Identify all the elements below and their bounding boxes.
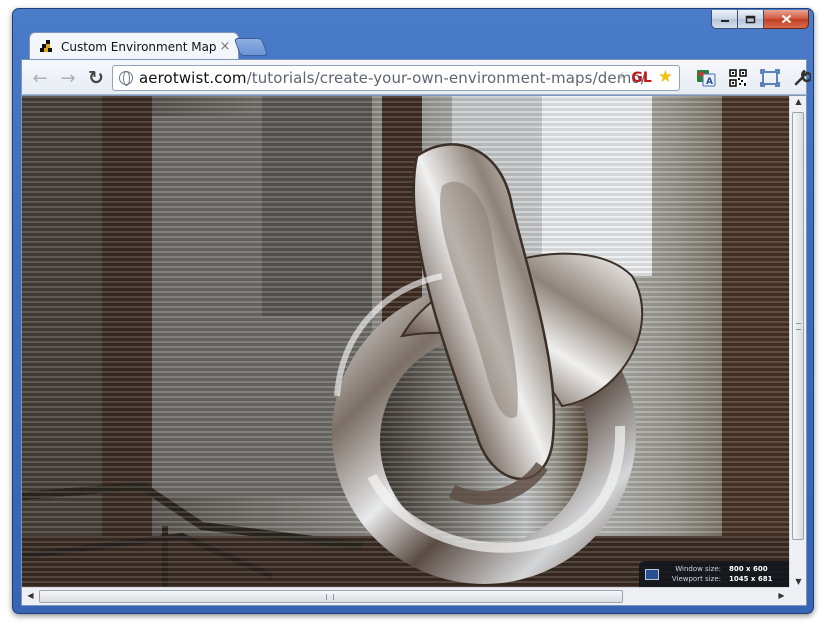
new-tab-button[interactable] xyxy=(233,38,269,56)
fullscreen-extension-button[interactable] xyxy=(758,66,782,90)
forward-button[interactable]: → xyxy=(56,66,80,90)
horizontal-scroll-thumb[interactable] xyxy=(39,590,623,603)
fullscreen-icon xyxy=(760,69,780,87)
browser-window: Custom Environment Map × ← → ↻ aerotwist… xyxy=(12,8,814,614)
viewport-size-label: Viewport size: xyxy=(671,575,721,583)
scroll-grip xyxy=(326,594,334,600)
qr-code-icon xyxy=(729,69,747,87)
window-size-label: Window size: xyxy=(675,565,721,573)
svg-text:A: A xyxy=(706,77,713,87)
url-path: /tutorials/create-your-own-environment-m… xyxy=(246,69,646,87)
window-size-badge: Window size: 800 x 600 Viewport size: 1045… xyxy=(639,561,789,587)
webgl-badge[interactable]: GL xyxy=(631,70,651,86)
globe-icon xyxy=(119,71,133,86)
address-bar[interactable]: aerotwist.com/tutorials/create-your-own-… xyxy=(112,65,680,91)
omnibox-actions: ⚡ GL ★ xyxy=(616,69,673,86)
scroll-up-icon[interactable]: ▲ xyxy=(790,97,806,106)
size-readout: Window size: 800 x 600 Viewport size: 1045… xyxy=(665,564,773,584)
qr-code-extension-button[interactable] xyxy=(726,66,750,90)
bookmark-star-icon[interactable]: ★ xyxy=(658,69,673,86)
back-arrow-icon: ← xyxy=(32,67,48,89)
maximize-icon xyxy=(745,15,756,23)
reload-button[interactable]: ↻ xyxy=(84,66,108,90)
scroll-down-icon[interactable]: ▼ xyxy=(790,577,806,586)
viewport-size-value: 1045 x 681 xyxy=(729,575,773,583)
close-window-button[interactable] xyxy=(764,10,809,29)
translate-icon: A xyxy=(697,70,716,87)
wrench-icon xyxy=(794,69,811,86)
maximize-button[interactable] xyxy=(738,10,764,29)
monitor-icon xyxy=(645,568,659,580)
scroll-grip xyxy=(796,323,801,330)
minimize-icon xyxy=(720,20,729,22)
horizontal-scrollbar[interactable]: ◀ ▶ xyxy=(22,587,790,605)
tab-strip: Custom Environment Map × xyxy=(21,29,721,60)
close-icon xyxy=(781,14,791,24)
lightning-icon[interactable]: ⚡ xyxy=(616,70,625,85)
url-host: aerotwist.com xyxy=(139,69,247,87)
page-viewport: ▲ ▼ ◀ ▶ Window size: 800 x 600 Viewport s… xyxy=(21,95,807,606)
vertical-scroll-thumb[interactable] xyxy=(792,112,804,540)
settings-wrench-button[interactable] xyxy=(790,66,814,90)
window-size-value: 800 x 600 xyxy=(729,565,768,573)
tab-title: Custom Environment Map xyxy=(61,39,217,54)
back-button[interactable]: ← xyxy=(28,66,52,90)
reload-icon: ↻ xyxy=(88,67,104,89)
tab-custom-environment-map[interactable]: Custom Environment Map × xyxy=(29,32,239,60)
browser-toolbar: ← → ↻ aerotwist.com/tutorials/create-you… xyxy=(21,59,811,95)
scroll-left-icon[interactable]: ◀ xyxy=(22,591,39,600)
translate-extension-button[interactable]: A xyxy=(694,66,718,90)
webgl-canvas[interactable] xyxy=(22,96,790,589)
window-controls xyxy=(711,10,809,29)
tab-close-icon[interactable]: × xyxy=(218,39,232,54)
environment-scene xyxy=(22,96,790,589)
vertical-scrollbar[interactable]: ▲ ▼ xyxy=(789,96,806,589)
aerotwist-favicon-icon xyxy=(40,39,52,52)
minimize-button[interactable] xyxy=(711,10,738,29)
scrollbar-corner xyxy=(789,587,806,605)
url-text: aerotwist.com/tutorials/create-your-own-… xyxy=(139,69,646,87)
scroll-right-icon[interactable]: ▶ xyxy=(773,591,790,600)
forward-arrow-icon: → xyxy=(60,67,76,89)
